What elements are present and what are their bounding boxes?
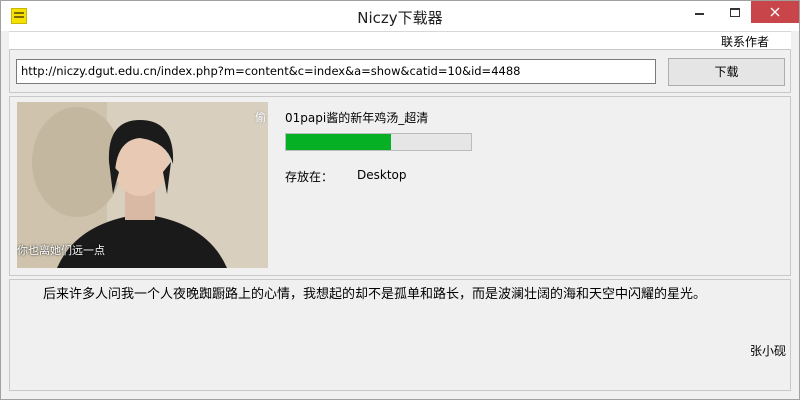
url-input[interactable]: http://niczy.dgut.edu.cn/index.php?m=con…: [16, 59, 656, 84]
menu-item-contact-author[interactable]: 联系作者: [721, 33, 769, 50]
video-title: 01papi酱的新年鸡汤_超清: [285, 111, 429, 125]
download-progress-bar: [285, 133, 472, 151]
download-button[interactable]: 下载: [668, 58, 785, 86]
url-panel: http://niczy.dgut.edu.cn/index.php?m=con…: [9, 49, 791, 93]
save-location-label: 存放在：: [285, 170, 334, 184]
thumbnail-watermark: 偷: [255, 111, 266, 124]
save-location-value: Desktop: [357, 168, 407, 182]
quote-author: 张小砚: [749, 344, 786, 358]
quote-text: 后来许多人问我一个人夜晚踟蹰路上的心情，我想起的却不是孤单和路长，而是波澜壮阔的…: [43, 287, 707, 302]
title-bar: Niczy下载器: [1, 1, 799, 31]
thumbnail-caption: 你也离她们远一点: [17, 244, 105, 257]
window-title: Niczy下载器: [357, 9, 443, 27]
quote-panel: 后来许多人问我一个人夜晚踟蹰路上的心情，我想起的却不是孤单和路长，而是波澜壮阔的…: [9, 279, 791, 391]
video-thumbnail: 你也离她们远一点 偷: [17, 102, 268, 268]
app-window: Niczy下载器 联系作者 http://niczy.dgut.edu.cn/i…: [0, 0, 800, 400]
maximize-icon[interactable]: [720, 1, 750, 23]
video-info-panel: 你也离她们远一点 偷 01papi酱的新年鸡汤_超清 存放在： Desktop: [9, 96, 791, 276]
close-icon: [770, 7, 780, 17]
close-button[interactable]: [751, 1, 799, 23]
download-progress-fill: [286, 134, 392, 150]
menu-bar: 联系作者: [9, 31, 791, 50]
minimize-icon[interactable]: [684, 1, 714, 23]
